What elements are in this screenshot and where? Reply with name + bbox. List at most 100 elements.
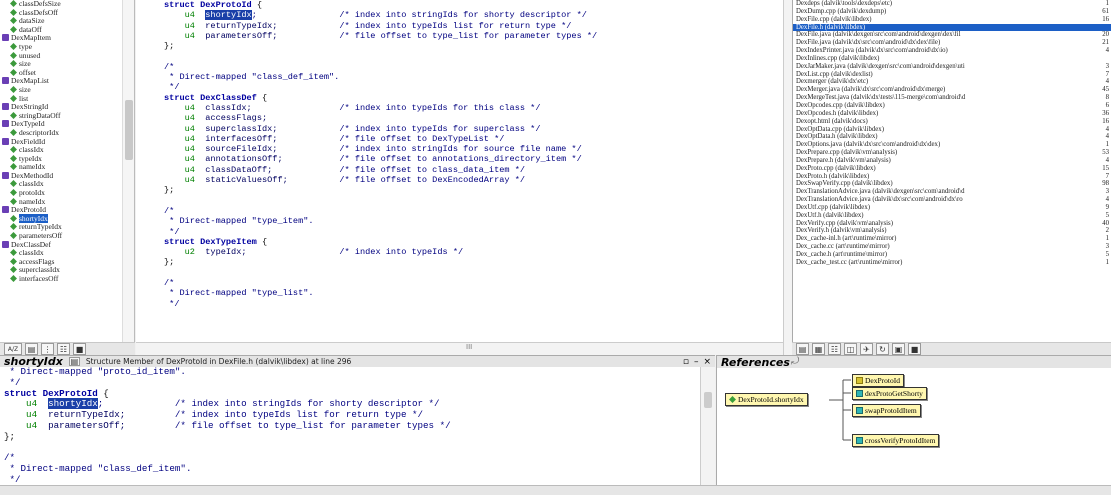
file-name: DexJarMaker.java (dalvik\dexgen\src\com\… (796, 62, 965, 70)
list-view-icon[interactable]: ▤ (25, 343, 38, 355)
file-list-item[interactable]: DexVerify.cpp (dalvik\vm\analysis) 40 (793, 220, 1111, 228)
context-scrollbar[interactable] (700, 367, 715, 485)
minimize-button[interactable]: – (694, 357, 699, 367)
tree-view-icon[interactable]: ⋮ (41, 343, 54, 355)
file-list-item[interactable]: DexOpcodes.cpp (dalvik\libdex) 6 (793, 102, 1111, 110)
symbol-tree-scrollbar[interactable] (122, 0, 134, 342)
sort-az-button[interactable]: A/Z (4, 343, 22, 355)
file-list-item[interactable]: Dex_cache.h (art\runtime\mirror) 5 (793, 251, 1111, 259)
reference-node[interactable]: swapProtoIdItem (852, 404, 921, 417)
project-file-list[interactable]: Dexdeps (dalvik\tools\dexdeps\etc) 1 DexDu… (792, 0, 1111, 342)
context-code-view[interactable]: * Direct-mapped "proto_id_item". */struc… (0, 367, 700, 485)
file-list-item[interactable]: DexMergeTest.java (dalvik\dx\tests\115-m… (793, 94, 1111, 102)
editor-horizontal-scrollbar[interactable]: III (136, 342, 783, 355)
file-list-item[interactable]: DexInlines.cpp (dalvik\libdex) (793, 55, 1111, 63)
code-line: u4 annotationsOff; /* file offset to ann… (136, 154, 783, 164)
file-line-count: 40 (1102, 219, 1109, 227)
list-mode-icon[interactable]: ▤ (796, 343, 809, 355)
file-name: DexOptData.h (dalvik\libdex) (796, 133, 878, 141)
save-icon[interactable]: ■ (908, 343, 921, 355)
field-icon (10, 146, 17, 154)
tree-field-item[interactable]: interfacesOff (0, 274, 134, 284)
reference-node[interactable]: DexProtoId (852, 374, 904, 387)
tree-mode-icon[interactable]: ☷ (828, 343, 841, 355)
code-editor[interactable]: struct DexProtoId { u4 shortyIdx; /* ind… (136, 0, 783, 342)
file-name: DexFile.h (dalvik\libdex) (796, 23, 866, 31)
code-token: { (97, 387, 109, 399)
file-list-item[interactable]: DexUtf.h (dalvik\libdex) 5 (793, 212, 1111, 220)
file-list-item[interactable]: DexUtf.cpp (dalvik\libdex) 9 (793, 204, 1111, 212)
scrollbar-thumb[interactable] (125, 100, 133, 160)
columns-icon[interactable]: ◫ (844, 343, 857, 355)
editor-vertical-scrollbar[interactable] (783, 0, 792, 355)
field-icon (10, 85, 17, 93)
references-graph[interactable]: DexProtoId.shortyIdx DexProtoId dexProto… (716, 368, 1111, 485)
field-icon (10, 60, 17, 68)
file-list-item[interactable]: DexVerify.h (dalvik\vm\analysis) 2 (793, 227, 1111, 235)
file-list-item[interactable]: DexFile.cpp (dalvik\libdex) 16 (793, 16, 1111, 24)
file-list-item[interactable]: DexIndexPrinter.java (dalvik\dx\src\com\… (793, 47, 1111, 55)
file-list-item[interactable]: DexJarMaker.java (dalvik\dexgen\src\com\… (793, 63, 1111, 71)
file-list-item[interactable]: DexProto.cpp (dalvik\libdex) 15 (793, 165, 1111, 173)
file-line-count: 6 (1105, 101, 1109, 109)
struct-icon (2, 34, 9, 42)
pin-icon[interactable]: ▫ (683, 357, 689, 367)
file-list-item[interactable]: DexPrepare.h (dalvik\vm\analysis) 4 (793, 157, 1111, 165)
code-token: */ (164, 226, 180, 237)
book-icon[interactable]: ☷ (57, 343, 70, 355)
code-token: u4 (164, 144, 206, 155)
grid-mode-icon[interactable]: ▦ (812, 343, 825, 355)
file-list-item[interactable]: Dex_cache_test.cc (art\runtime\mirror) 1 (793, 259, 1111, 267)
file-name: DexTranslationAdvice.java (dalvik\dexgen… (796, 188, 965, 196)
code-token: /* index into typeIds list for return ty… (174, 409, 424, 421)
symbol-tree[interactable]: classDefsSize classDefsOff dataSize dataOff… (0, 0, 135, 342)
code-token: /* index into typeIds */ (339, 247, 464, 258)
context-lock-icon[interactable]: ▤ (68, 357, 80, 366)
file-list-item[interactable]: DexFile.h (dalvik\libdex) (793, 23, 1111, 32)
field-icon (10, 163, 17, 171)
close-button[interactable]: × (703, 357, 711, 367)
file-list-item[interactable]: DexMerger.java (dalvik\dx\src\com\androi… (793, 86, 1111, 94)
folder-icon[interactable]: ✈ (860, 343, 873, 355)
file-list-item[interactable]: DexTranslationAdvice.java (dalvik\dexgen… (793, 188, 1111, 196)
file-list-item[interactable]: DexSwapVerify.cpp (dalvik\libdex) 98 (793, 180, 1111, 188)
file-list-item[interactable]: Dexmerger (dalvik\dx\etc) 4 (793, 78, 1111, 86)
file-list-item[interactable]: Dexdeps (dalvik\tools\dexdeps\etc) 1 (793, 0, 1111, 8)
file-name: DexList.cpp (dalvik\dexlist) (796, 70, 873, 78)
code-token: u4 (164, 10, 206, 21)
context-header: shortyIdx ▤ Structure Member of DexProto… (0, 355, 715, 368)
reference-node[interactable]: crossVerifyProtoIdItem (852, 434, 940, 447)
document-icon[interactable]: ▣ (892, 343, 905, 355)
file-list-item[interactable]: DexOpcodes.h (dalvik\libdex) 36 (793, 110, 1111, 118)
save-icon[interactable]: ■ (73, 343, 86, 355)
file-name: DexIndexPrinter.java (dalvik\dx\src\com\… (796, 47, 948, 55)
code-line: * Direct-mapped "type_item". (136, 216, 783, 226)
code-token: /* index into typeIds for superclass */ (339, 123, 541, 134)
reference-node[interactable]: dexProtoGetShorty (852, 387, 927, 400)
field-icon (10, 25, 17, 33)
code-token: /* (164, 205, 175, 216)
file-list-item[interactable]: DexList.cpp (dalvik\dexlist) 7 (793, 71, 1111, 79)
refresh-icon[interactable]: ↻ (876, 343, 889, 355)
file-list-item[interactable]: DexOptions.java (dalvik\dx\src\com\andro… (793, 141, 1111, 149)
file-list-item[interactable]: Dexopt.html (dalvik\docs) 16 (793, 118, 1111, 126)
file-line-count: 4 (1105, 78, 1109, 86)
reference-root-node[interactable]: DexProtoId.shortyIdx (725, 393, 808, 406)
file-line-count: 5 (1105, 251, 1109, 258)
file-list-item[interactable]: DexPrepare.cpp (dalvik\vm\analysis) 53 (793, 149, 1111, 157)
relationship-icon[interactable]: ⤾ (791, 356, 799, 367)
file-list-item[interactable]: DexTranslationAdvice.java (dalvik\dx\src… (793, 196, 1111, 204)
file-line-count: 36 (1102, 109, 1109, 117)
code-line: u4 shortyIdx; /* index into stringIds fo… (136, 10, 783, 21)
field-icon (10, 51, 17, 59)
file-list-item[interactable]: DexOptData.cpp (dalvik\libdex) 4 (793, 126, 1111, 134)
file-list-item[interactable]: DexDump.cpp (dalvik\dexdump) 61 (793, 8, 1111, 16)
file-name: DexUtf.cpp (dalvik\libdex) (796, 203, 870, 211)
file-list-item[interactable]: DexOptData.h (dalvik\libdex) 4 (793, 133, 1111, 141)
file-list-item[interactable]: DexProto.h (dalvik\libdex) 7 (793, 173, 1111, 181)
file-list-item[interactable]: Dex_cache-inl.h (art\runtime\mirror) 1 (793, 235, 1111, 243)
struct-icon (856, 377, 863, 384)
file-list-item[interactable]: DexFile.java (dalvik\dx\src\com\android\… (793, 39, 1111, 47)
file-list-item[interactable]: Dex_cache.cc (art\runtime\mirror) 3 (793, 243, 1111, 251)
file-list-item[interactable]: DexFile.java (dalvik\dexgen\src\com\andr… (793, 31, 1111, 39)
